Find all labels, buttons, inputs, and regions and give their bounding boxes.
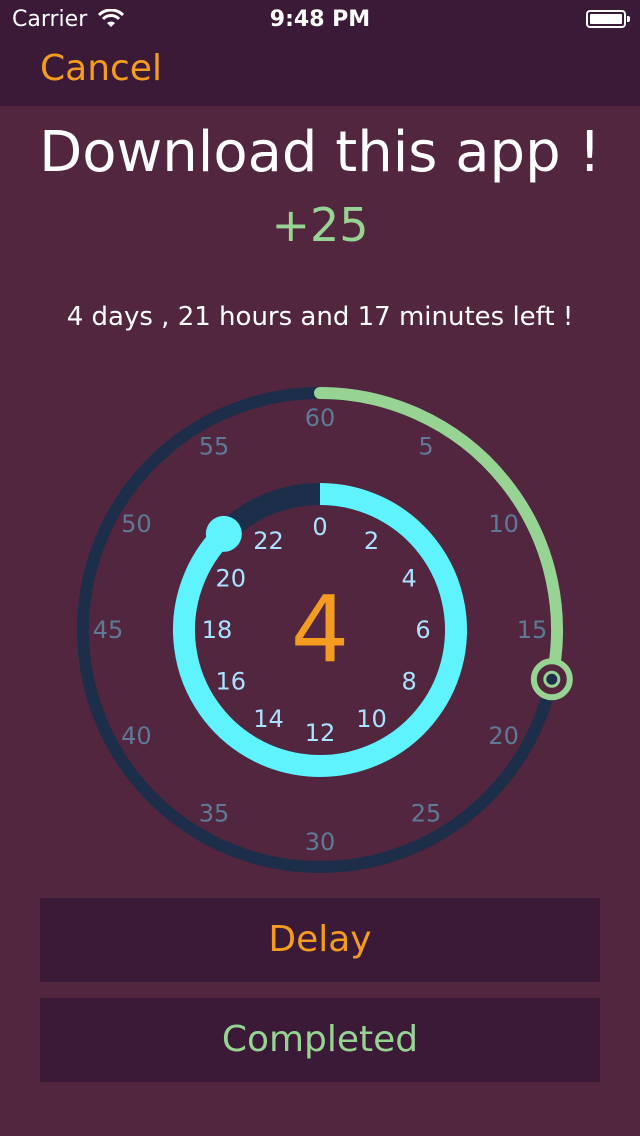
minute-label-30: 30 [305,828,336,856]
minute-handle[interactable] [530,658,573,701]
minute-label-5: 5 [418,432,433,460]
delay-button[interactable]: Delay [40,898,600,982]
hour-label-22: 22 [253,527,284,555]
hour-label-0: 0 [312,513,327,541]
hour-label-2: 2 [364,527,379,555]
minute-handle-core [543,670,561,688]
completed-button[interactable]: Completed [40,998,600,1082]
minute-label-10: 10 [488,510,519,538]
hour-label-4: 4 [402,565,417,593]
minute-label-45: 45 [93,616,124,644]
status-time: 9:48 PM [269,7,371,32]
points-value: +25 [271,198,369,252]
minute-label-25: 25 [411,800,442,828]
hour-handle[interactable] [205,515,242,552]
hour-label-6: 6 [415,616,430,644]
hour-label-14: 14 [253,705,284,733]
minute-label-35: 35 [199,800,230,828]
hour-label-8: 8 [402,668,417,696]
hour-label-16: 16 [216,668,247,696]
minute-label-20: 20 [488,722,519,750]
battery-icon [586,10,630,28]
task-title: Download this app ! [39,120,601,185]
minute-label-55: 55 [199,432,230,460]
hour-label-12: 12 [305,719,336,747]
top-bar: Carrier 9:48 PM Cancel [0,0,640,106]
cancel-button[interactable]: Cancel [40,48,162,89]
status-bar: Carrier 9:48 PM [0,0,640,40]
minute-label-40: 40 [121,722,152,750]
minute-label-50: 50 [121,510,152,538]
hour-label-20: 20 [216,565,247,593]
minute-label-15: 15 [517,616,548,644]
hour-label-10: 10 [356,705,387,733]
minute-label-60: 60 [305,404,336,432]
hour-label-18: 18 [202,616,233,644]
time-left-text: 4 days , 21 hours and 17 minutes left ! [66,302,574,332]
center-value: 4 [291,577,350,684]
countdown-dial: 60 5 10 15 20 25 30 35 40 45 50 55 0 24 6 8 10 12 1416 18 2… [77,387,573,873]
